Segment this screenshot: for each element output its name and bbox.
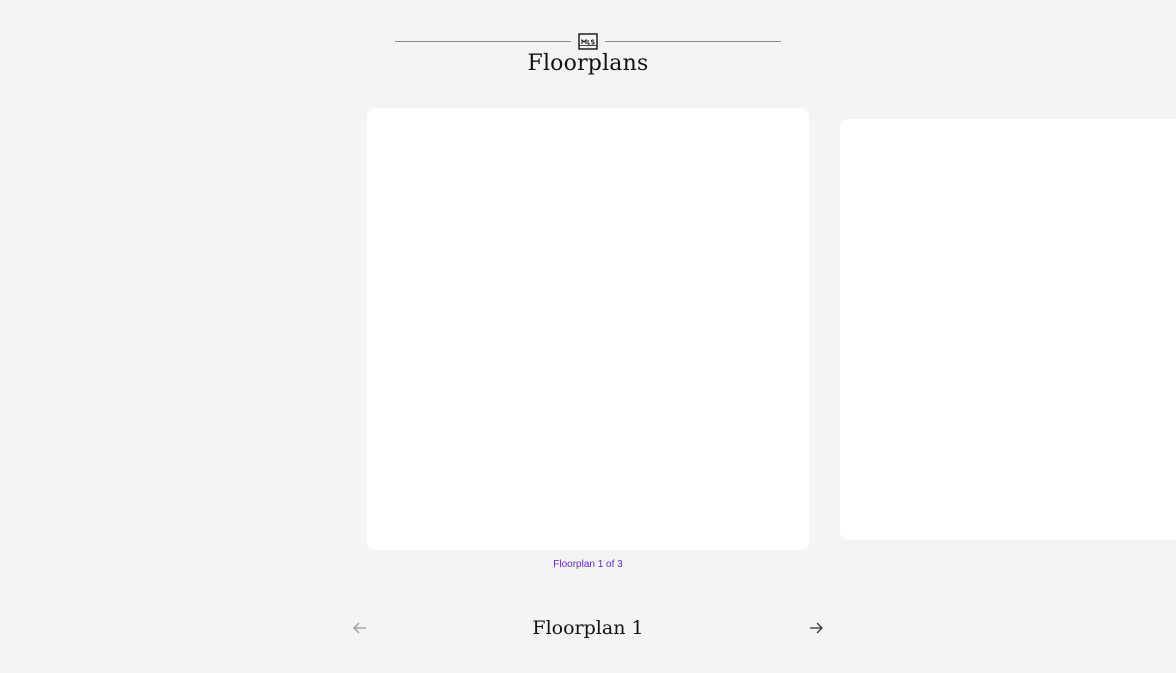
arrow-right-icon — [810, 622, 823, 634]
header-divider-right — [605, 41, 781, 42]
floorplan-slide-current[interactable] — [367, 108, 809, 550]
mls-logo-icon — [578, 33, 598, 50]
next-slide-button[interactable] — [805, 617, 827, 639]
slide-counter: Floorplan 1 of 3 — [553, 559, 623, 570]
section-title: Floorplans — [527, 51, 649, 76]
floorplan-slide-next[interactable] — [840, 119, 1176, 540]
header-divider-left — [395, 41, 571, 42]
slide-title: Floorplan 1 — [532, 617, 644, 639]
